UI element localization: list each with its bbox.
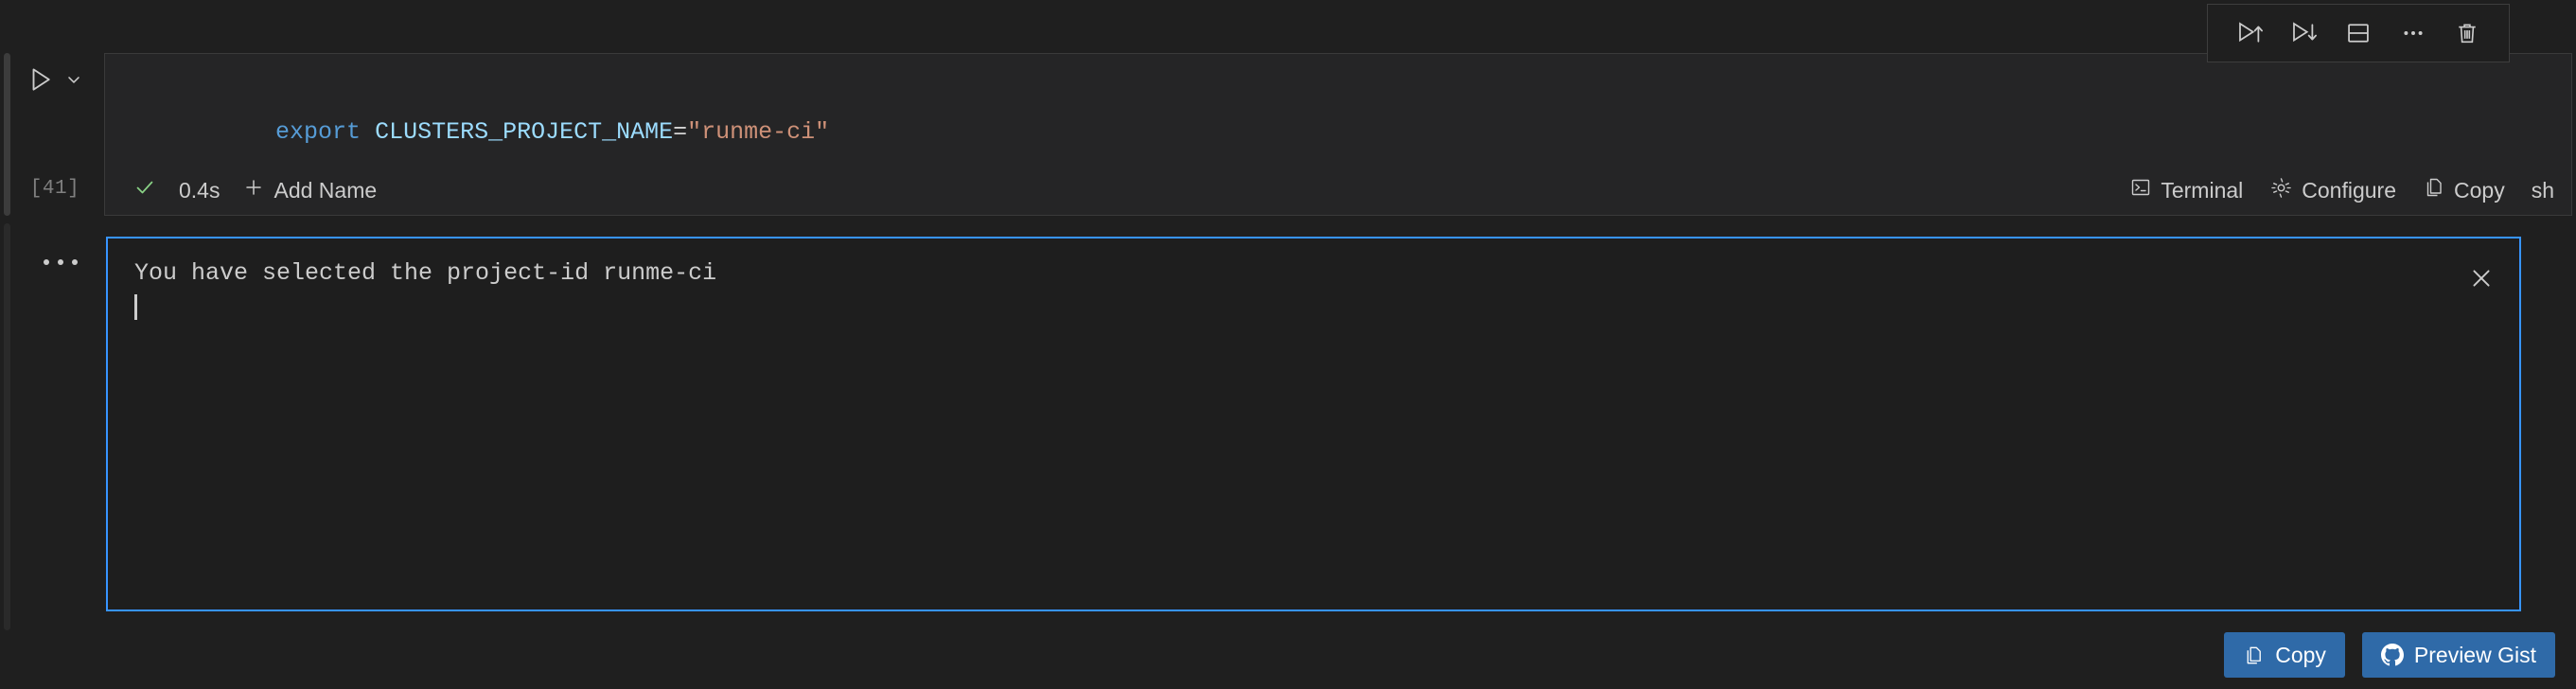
more-actions-icon: [2400, 20, 2426, 46]
output-action-buttons: Copy Preview Gist: [2224, 632, 2555, 678]
add-name-label: Add Name: [273, 177, 378, 203]
gear-icon: [2269, 176, 2293, 205]
code-token-variable: CLUSTERS_PROJECT_NAME: [375, 118, 674, 146]
run-below-icon: [2289, 19, 2318, 47]
close-output-button[interactable]: [2461, 259, 2502, 301]
run-above-icon: [2235, 19, 2264, 47]
split-cell-button[interactable]: [2338, 12, 2379, 54]
execution-count: [41]: [29, 178, 80, 200]
cell-focus-indicator: [4, 53, 10, 216]
copy-icon: [2423, 176, 2445, 204]
run-below-button[interactable]: [2283, 12, 2324, 54]
run-above-button[interactable]: [2229, 12, 2270, 54]
delete-cell-icon: [2454, 20, 2480, 46]
cell-output-terminal[interactable]: You have selected the project-id runme-c…: [106, 237, 2521, 611]
copy-cell-button[interactable]: Copy: [2423, 176, 2505, 204]
terminal-cursor: [134, 294, 137, 320]
preview-gist-button[interactable]: Preview Gist: [2361, 632, 2555, 678]
configure-label: Configure: [2302, 177, 2396, 203]
code-token-keyword: export: [275, 118, 376, 146]
duration-label: 0.4s: [179, 177, 221, 203]
terminal-icon: [2129, 176, 2152, 204]
copy-cell-label: Copy: [2454, 177, 2505, 203]
status-badge: [133, 176, 156, 204]
language-selector[interactable]: sh: [2532, 178, 2558, 203]
terminal-label: Terminal: [2161, 177, 2244, 203]
github-icon: [2380, 644, 2404, 666]
configure-button[interactable]: Configure: [2269, 176, 2396, 205]
execution-duration: 0.4s: [179, 178, 220, 203]
copy-output-label: Copy: [2275, 642, 2326, 667]
code-token-operator: =: [673, 118, 688, 146]
cell-status-left: 0.4s Add Name: [133, 176, 377, 204]
close-icon: [2468, 265, 2495, 296]
cell-run-gutter: [17, 53, 104, 106]
output-more-actions-button[interactable]: [26, 248, 95, 276]
cell-status-bar: 0.4s Add Name Terminal Configure Copy sh: [105, 166, 2571, 215]
add-name-button[interactable]: Add Name: [242, 176, 377, 204]
output-line: You have selected the project-id runme-c…: [134, 259, 717, 287]
language-label: sh: [2531, 177, 2554, 203]
check-icon: [133, 176, 156, 204]
split-cell-icon: [2345, 20, 2372, 46]
output-text: You have selected the project-id runme-c…: [134, 256, 716, 327]
more-actions-button[interactable]: [2392, 12, 2434, 54]
code-editor[interactable]: export CLUSTERS_PROJECT_NAME="runme-ci" …: [105, 54, 2571, 268]
preview-gist-label: Preview Gist: [2413, 642, 2536, 667]
notebook-cell-container: [41] export CLUSTERS_PROJECT_NAME="runme…: [0, 0, 2576, 689]
plus-icon: [242, 176, 265, 204]
cell-toolbar: [2207, 4, 2510, 62]
play-icon[interactable]: [26, 65, 55, 94]
terminal-button[interactable]: Terminal: [2129, 176, 2243, 204]
code-token-string: "runme-ci": [687, 118, 830, 146]
output-focus-indicator: [4, 223, 10, 630]
code-cell[interactable]: export CLUSTERS_PROJECT_NAME="runme-ci" …: [104, 53, 2572, 268]
chevron-down-icon[interactable]: [64, 70, 83, 89]
delete-cell-button[interactable]: [2446, 12, 2488, 54]
copy-output-button[interactable]: Copy: [2224, 632, 2345, 678]
cell-status-right: Terminal Configure Copy sh: [2129, 176, 2558, 205]
copy-icon: [2243, 645, 2265, 666]
more-dots-icon: [44, 259, 78, 265]
